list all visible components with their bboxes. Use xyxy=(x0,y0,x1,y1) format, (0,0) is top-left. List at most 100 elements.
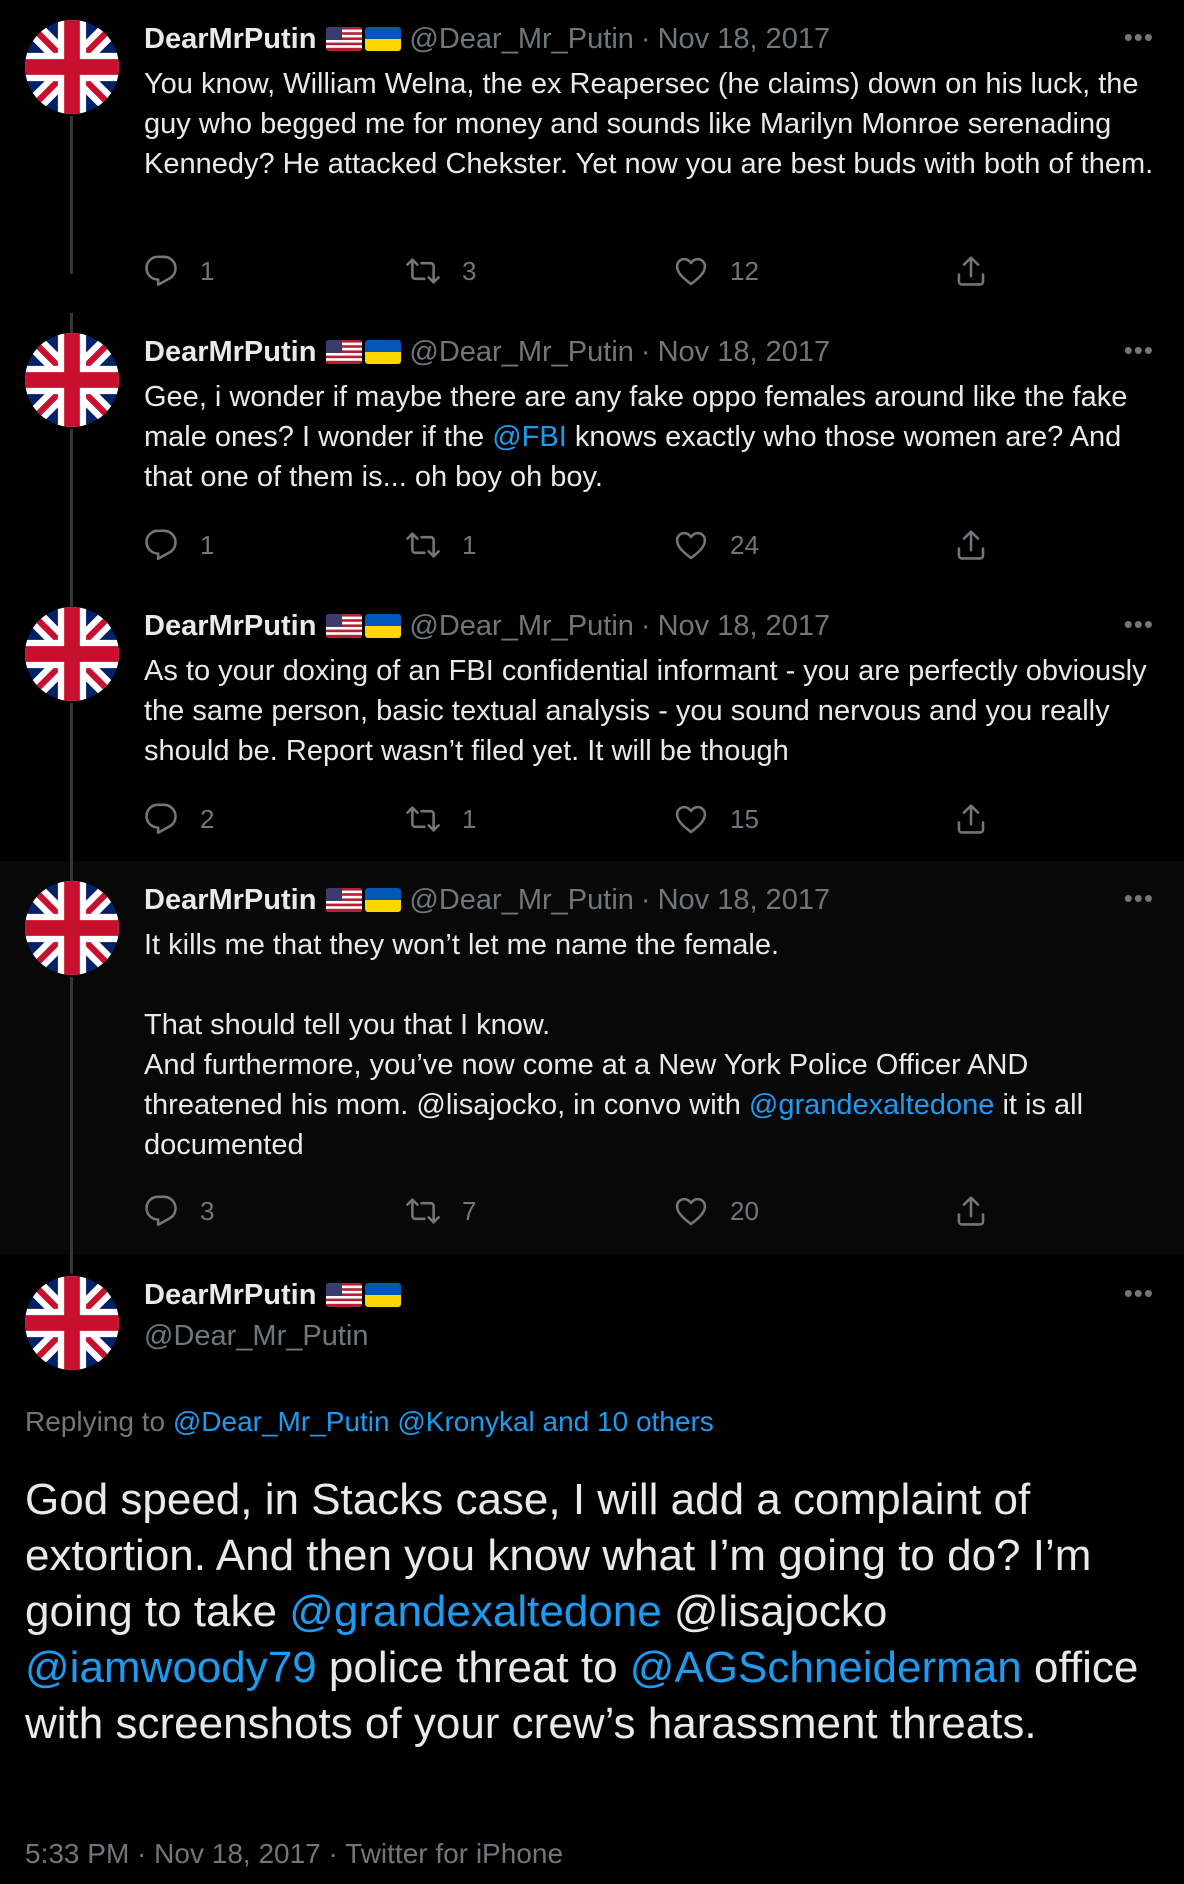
tweet-text: It kills me that they won’t let me name … xyxy=(144,925,1154,1165)
retweet-count: 3 xyxy=(462,255,477,286)
thread-tweet[interactable]: DearMrPutin @Dear_Mr_Putin · Nov 18, 201… xyxy=(0,861,1184,1254)
reply-count: 1 xyxy=(200,255,215,286)
union-jack-avatar-icon[interactable] xyxy=(25,1276,119,1370)
reply-count: 3 xyxy=(200,1195,215,1226)
tweet-date[interactable]: Nov 18, 2017 xyxy=(658,884,831,917)
tweet-header: DearMrPutin @Dear_Mr_Putin · Nov 18, 201… xyxy=(144,22,1154,56)
tweet-text-segment: @lisajocko xyxy=(661,1587,888,1636)
tweet-paragraph: You know, William Welna, the ex Reaperse… xyxy=(144,68,1154,180)
thread-connector xyxy=(70,116,73,274)
tweet-date[interactable]: Nov 18, 2017 xyxy=(154,1838,321,1869)
heart-icon xyxy=(674,802,708,836)
tweet-date[interactable]: Nov 18, 2017 xyxy=(658,610,831,643)
thread-tweet[interactable]: DearMrPutin @Dear_Mr_Putin · Nov 18, 201… xyxy=(0,0,1184,274)
like-count: 24 xyxy=(730,529,759,560)
more-icon[interactable]: ••• xyxy=(1114,1278,1154,1312)
retweet-icon xyxy=(406,528,440,562)
handle[interactable]: @Dear_Mr_Putin xyxy=(409,336,633,369)
retweet-button[interactable]: 1 xyxy=(406,523,476,567)
share-button[interactable] xyxy=(954,523,988,567)
tweet-date[interactable]: Nov 18, 2017 xyxy=(658,23,831,56)
reply-icon xyxy=(144,802,178,836)
tweet-header: DearMrPutin @Dear_Mr_Putin · Nov 18, 201… xyxy=(144,883,1154,917)
replying-to-link[interactable]: @Dear_Mr_Putin @Kronykal and 10 others xyxy=(173,1406,714,1437)
retweet-button[interactable]: 3 xyxy=(406,249,476,293)
union-jack-avatar-icon[interactable] xyxy=(25,607,119,701)
retweet-count: 1 xyxy=(462,803,477,834)
retweet-button[interactable]: 7 xyxy=(406,1189,476,1233)
mention-link[interactable]: @grandexaltedone xyxy=(749,1089,995,1121)
reply-icon xyxy=(144,1194,178,1228)
retweet-button[interactable]: 1 xyxy=(406,797,476,841)
tweet-paragraph: As to your doxing of an FBI confidential… xyxy=(144,655,1147,767)
reply-button[interactable]: 1 xyxy=(144,249,214,293)
handle[interactable]: @Dear_Mr_Putin xyxy=(409,610,633,643)
more-icon[interactable]: ••• xyxy=(1114,335,1154,369)
reply-button[interactable]: 1 xyxy=(144,523,214,567)
main-tweet-author: DearMrPutin ••• xyxy=(144,1278,1154,1312)
tweet-text: Gee, i wonder if maybe there are any fak… xyxy=(144,377,1154,497)
tweet-time[interactable]: 5:33 PM xyxy=(25,1838,129,1869)
heart-icon xyxy=(674,254,708,288)
like-button[interactable]: 20 xyxy=(674,1189,759,1233)
main-tweet-text: God speed, in Stacks case, I will add a … xyxy=(25,1472,1154,1752)
display-name[interactable]: DearMrPutin xyxy=(144,884,316,917)
tweet-paragraph: Gee, i wonder if maybe there are any fak… xyxy=(144,377,1154,497)
tweet-header: DearMrPutin @Dear_Mr_Putin · Nov 18, 201… xyxy=(144,335,1154,369)
thread-tweet[interactable]: DearMrPutin @Dear_Mr_Putin · Nov 18, 201… xyxy=(0,313,1184,587)
us-flag-icon xyxy=(326,1283,362,1307)
reply-count: 1 xyxy=(200,529,215,560)
mention-link[interactable]: @grandexaltedone xyxy=(289,1587,662,1636)
more-icon[interactable]: ••• xyxy=(1114,609,1154,643)
us-flag-icon xyxy=(326,340,362,364)
like-button[interactable]: 12 xyxy=(674,249,759,293)
mention-link[interactable]: @AGSchneiderman xyxy=(630,1643,1022,1692)
thread-connector xyxy=(70,587,73,607)
reply-button[interactable]: 3 xyxy=(144,1189,214,1233)
retweet-icon xyxy=(406,254,440,288)
share-button[interactable] xyxy=(954,249,988,293)
display-name[interactable]: DearMrPutin xyxy=(144,610,316,643)
reply-button[interactable]: 2 xyxy=(144,797,214,841)
ukraine-flag-icon xyxy=(365,340,401,364)
share-icon xyxy=(954,1194,988,1228)
handle[interactable]: @Dear_Mr_Putin xyxy=(144,1320,368,1353)
main-tweet: DearMrPutin ••• @Dear_Mr_Putin Replying … xyxy=(0,1254,1184,1884)
us-flag-icon xyxy=(326,27,362,51)
like-count: 20 xyxy=(730,1195,759,1226)
name-flags xyxy=(326,1283,401,1307)
union-jack-avatar-icon[interactable] xyxy=(25,20,119,114)
separator-dot: · xyxy=(640,883,651,916)
share-button[interactable] xyxy=(954,797,988,841)
display-name[interactable]: DearMrPutin xyxy=(144,336,316,369)
union-jack-avatar-icon[interactable] xyxy=(25,881,119,975)
mention-link[interactable]: @FBI xyxy=(492,421,567,453)
action-bar: 3 7 20 xyxy=(144,1189,1154,1233)
like-button[interactable]: 15 xyxy=(674,797,759,841)
like-button[interactable]: 24 xyxy=(674,523,759,567)
thread-connector xyxy=(70,977,73,1254)
mention-link[interactable]: @iamwoody79 xyxy=(25,1643,317,1692)
tweet-paragraph: It kills me that they won’t let me name … xyxy=(144,929,780,961)
thread-tweet[interactable]: DearMrPutin @Dear_Mr_Putin · Nov 18, 201… xyxy=(0,587,1184,861)
ukraine-flag-icon xyxy=(365,888,401,912)
display-name[interactable]: DearMrPutin xyxy=(144,23,316,56)
retweet-count: 7 xyxy=(462,1195,477,1226)
tweet-text: As to your doxing of an FBI confidential… xyxy=(144,651,1154,771)
display-name[interactable]: DearMrPutin xyxy=(144,1279,316,1312)
more-icon[interactable]: ••• xyxy=(1114,22,1154,56)
tweet-date[interactable]: Nov 18, 2017 xyxy=(658,336,831,369)
reply-icon xyxy=(144,528,178,562)
thread-connector xyxy=(70,313,73,333)
ukraine-flag-icon xyxy=(365,1283,401,1307)
tweet-paragraph: That should tell you that I know. xyxy=(144,1009,551,1041)
retweet-icon xyxy=(406,802,440,836)
handle[interactable]: @Dear_Mr_Putin xyxy=(409,23,633,56)
more-icon[interactable]: ••• xyxy=(1114,883,1154,917)
action-bar: 1 1 24 xyxy=(144,523,1154,567)
share-button[interactable] xyxy=(954,1189,988,1233)
union-jack-avatar-icon[interactable] xyxy=(25,333,119,427)
separator-dot: · xyxy=(129,1838,155,1869)
handle[interactable]: @Dear_Mr_Putin xyxy=(409,884,633,917)
replying-to: Replying to @Dear_Mr_Putin @Kronykal and… xyxy=(25,1406,714,1438)
